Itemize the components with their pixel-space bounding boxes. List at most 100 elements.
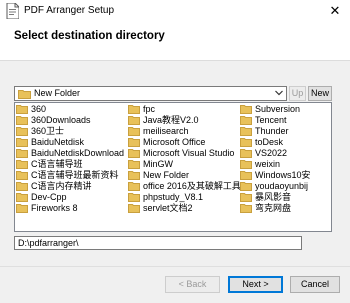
folder-icon xyxy=(128,105,140,114)
folder-icon xyxy=(16,127,28,136)
folder-list-item[interactable]: 360卫士 xyxy=(16,126,128,137)
folder-icon xyxy=(16,182,28,191)
folder-list-item-label: Java教程V2.0 xyxy=(143,115,199,125)
folder-list-item[interactable]: MinGW xyxy=(128,159,240,170)
folder-list-item[interactable]: Tencent xyxy=(240,115,331,126)
folder-list-item[interactable]: VS2022 xyxy=(240,148,331,159)
window-title: PDF Arranger Setup xyxy=(24,5,115,16)
folder-list-item[interactable]: Fireworks 8 xyxy=(16,203,128,214)
folder-icon xyxy=(128,171,140,180)
folder-list-item-label: youdaoyunbij xyxy=(255,181,309,191)
up-button[interactable]: Up xyxy=(289,86,306,101)
folder-list-item-label: 弯克网盘 xyxy=(255,203,292,213)
back-button[interactable]: < Back xyxy=(165,276,220,293)
folder-list-item[interactable]: meilisearch xyxy=(128,126,240,137)
folder-icon xyxy=(16,116,28,125)
folder-list-item-label: Tencent xyxy=(255,115,287,125)
folder-list-item-label: Dev-Cpp xyxy=(31,192,67,202)
folder-list-item[interactable]: 暴风影音 xyxy=(240,192,331,203)
next-button[interactable]: Next > xyxy=(228,276,283,293)
folder-list-item-label: Fireworks 8 xyxy=(31,203,78,213)
folder-icon xyxy=(16,171,28,180)
folder-column-3: Subversion Tencent Thunder toDesk VS2022 weix… xyxy=(240,104,331,214)
folder-list-item[interactable]: BaiduNetdisk xyxy=(16,137,128,148)
folder-list-item-label: C语言辅导班 xyxy=(31,159,83,169)
folder-list-item[interactable]: fpc xyxy=(128,104,240,115)
destination-path-input[interactable]: D:\pdfarranger\ xyxy=(14,236,302,250)
folder-list-item-label: 360卫士 xyxy=(31,126,65,136)
folder-icon xyxy=(240,105,252,114)
chevron-down-icon[interactable] xyxy=(275,90,283,96)
folder-list-item[interactable]: Subversion xyxy=(240,104,331,115)
window-titlebar: PDF Arranger Setup ✕ xyxy=(0,0,350,23)
folder-list-item-label: 360 xyxy=(31,104,47,114)
folder-list-item[interactable]: C语言内存精讲 xyxy=(16,181,128,192)
folder-list-item-label: 360Downloads xyxy=(31,115,91,125)
directory-combobox[interactable]: New Folder xyxy=(14,86,287,101)
folder-list-item[interactable]: C语言辅导班 xyxy=(16,159,128,170)
cancel-button[interactable]: Cancel xyxy=(290,276,340,293)
folder-list-item-label: fpc xyxy=(143,104,156,114)
folder-list-item[interactable]: office 2016及其破解工具 xyxy=(128,181,241,192)
folder-icon xyxy=(240,171,252,180)
folder-list-item[interactable]: toDesk xyxy=(240,137,331,148)
close-icon: ✕ xyxy=(329,4,341,19)
folder-list-item[interactable]: Windows10安 xyxy=(240,170,331,181)
folder-listview[interactable]: 360 360Downloads 360卫士 BaiduNetdisk BaiduNet… xyxy=(14,102,332,232)
folder-list-item-label: office 2016及其破解工具 xyxy=(143,181,241,191)
folder-list-item[interactable]: C语言辅导班最新资料 xyxy=(16,170,128,181)
folder-list-item-label: meilisearch xyxy=(143,126,189,136)
folder-icon xyxy=(16,193,28,202)
folder-icon xyxy=(128,127,140,136)
folder-list-item[interactable]: Microsoft Visual Studio xyxy=(128,148,240,159)
folder-list-item-label: weixin xyxy=(255,159,281,169)
destination-path-value: D:\pdfarranger\ xyxy=(18,238,79,248)
close-button[interactable]: ✕ xyxy=(320,0,350,23)
folder-list-item-label: Microsoft Visual Studio xyxy=(143,148,235,158)
folder-icon xyxy=(16,149,28,158)
folder-list-item[interactable]: Dev-Cpp xyxy=(16,192,128,203)
folder-column-1: 360 360Downloads 360卫士 BaiduNetdisk BaiduNet… xyxy=(16,104,128,214)
wizard-header: Select destination directory xyxy=(0,23,350,61)
folder-list-item[interactable]: 360Downloads xyxy=(16,115,128,126)
folder-icon xyxy=(128,160,140,169)
folder-icon xyxy=(240,182,252,191)
folder-icon xyxy=(16,105,28,114)
folder-list-item-label: Windows10安 xyxy=(255,170,311,180)
folder-icon xyxy=(240,127,252,136)
folder-list-item[interactable]: Thunder xyxy=(240,126,331,137)
folder-list-item[interactable]: Java教程V2.0 xyxy=(128,115,240,126)
folder-list-item-label: Thunder xyxy=(255,126,289,136)
page-title: Select destination directory xyxy=(14,30,165,42)
folder-icon xyxy=(18,90,31,99)
folder-list-item[interactable]: weixin xyxy=(240,159,331,170)
folder-icon xyxy=(128,138,140,147)
folder-list-item-label: VS2022 xyxy=(255,148,288,158)
folder-list-item-label: servlet文档2 xyxy=(143,203,193,213)
folder-icon xyxy=(240,160,252,169)
folder-icon xyxy=(128,204,140,213)
folder-icon xyxy=(240,193,252,202)
pdf-arranger-app-icon xyxy=(6,3,19,19)
new-folder-button[interactable]: New xyxy=(308,86,332,101)
folder-list-item-label: MinGW xyxy=(143,159,173,169)
folder-icon xyxy=(128,149,140,158)
folder-list-item-label: BaiduNetdisk xyxy=(31,137,85,147)
directory-combobox-value: New Folder xyxy=(34,88,81,98)
folder-icon xyxy=(240,116,252,125)
folder-list-item-label: New Folder xyxy=(143,170,190,180)
folder-icon xyxy=(128,193,140,202)
folder-list-item[interactable]: 弯克网盘 xyxy=(240,203,331,214)
folder-list-item[interactable]: New Folder xyxy=(128,170,240,181)
folder-list-item-label: Subversion xyxy=(255,104,301,114)
folder-list-item[interactable]: phpstudy_V8.1 xyxy=(128,192,240,203)
folder-column-2: fpc Java教程V2.0 meilisearch Microsoft Office… xyxy=(128,104,241,214)
folder-icon xyxy=(16,138,28,147)
folder-list-item[interactable]: Microsoft Office xyxy=(128,137,240,148)
folder-list-item[interactable]: BaiduNetdiskDownload xyxy=(16,148,128,159)
folder-list-item[interactable]: 360 xyxy=(16,104,128,115)
folder-list-item[interactable]: servlet文档2 xyxy=(128,203,240,214)
folder-icon xyxy=(16,204,28,213)
folder-list-item[interactable]: youdaoyunbij xyxy=(240,181,331,192)
folder-list-item-label: C语言辅导班最新资料 xyxy=(31,170,119,180)
